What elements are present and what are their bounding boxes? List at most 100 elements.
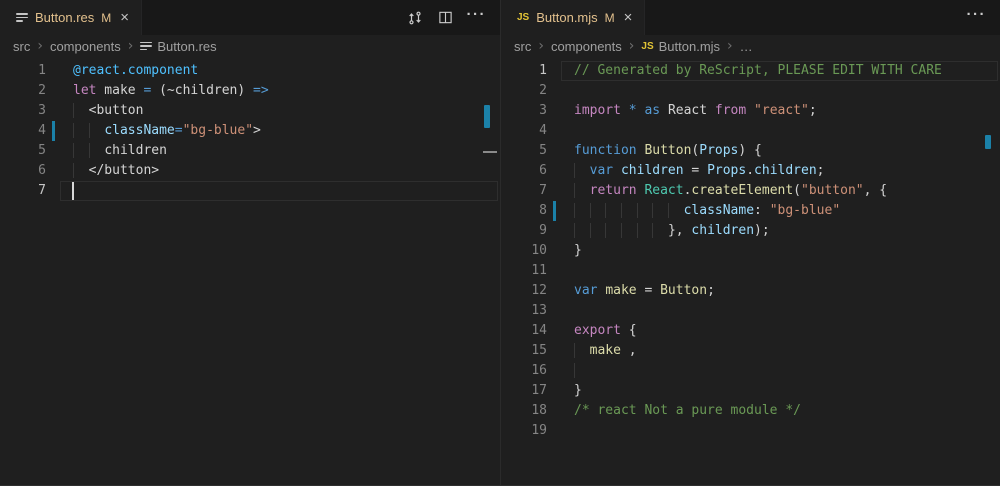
line-number: 6 xyxy=(0,161,46,181)
code-line: 1// Generated by ReScript, PLEASE EDIT W… xyxy=(501,61,1000,81)
token-plain: ( xyxy=(793,183,801,198)
code-line: 6 </button> xyxy=(0,161,500,181)
token-plain: }, xyxy=(668,223,691,238)
line-number: 8 xyxy=(501,201,547,221)
overview-modified-decoration xyxy=(484,105,490,128)
file-list-icon xyxy=(140,42,152,51)
code-line: 9 }, children); xyxy=(501,221,1000,241)
code-line: 2 xyxy=(501,81,1000,101)
breadcrumb-label: src xyxy=(514,39,531,54)
token-func: make xyxy=(590,343,621,358)
indent-guide xyxy=(637,203,653,218)
token-plain: } xyxy=(574,243,582,258)
token-var: children xyxy=(691,223,754,238)
breadcrumb-label: Button.mjs xyxy=(659,39,720,54)
tab-label: Button.res xyxy=(35,10,94,25)
line-number: 5 xyxy=(0,141,46,161)
token-plain: = xyxy=(684,163,707,178)
more-actions-icon[interactable]: ··· xyxy=(467,7,487,28)
line-number: 4 xyxy=(0,121,46,141)
line-number: 4 xyxy=(501,121,547,141)
token-plain: React xyxy=(668,103,715,118)
code-line: 7 return React.createElement("button", { xyxy=(501,181,1000,201)
indent-guide xyxy=(73,103,89,118)
token-plain: ); xyxy=(754,223,770,238)
token-string: "react" xyxy=(754,103,809,118)
close-icon[interactable]: × xyxy=(120,10,129,25)
token-plain: { xyxy=(629,323,637,338)
code-text: className="bg-blue"> xyxy=(73,121,261,141)
code-line: 15 make , xyxy=(501,341,1000,361)
code-line: 5 children xyxy=(0,141,500,161)
breadcrumb-item[interactable]: … xyxy=(740,39,753,54)
indent-guide xyxy=(637,223,653,238)
code-text: import * as React from "react"; xyxy=(574,101,817,121)
token-class: React xyxy=(644,183,683,198)
breadcrumb-item[interactable]: src xyxy=(13,39,30,54)
token-plain: make xyxy=(96,83,143,98)
indent-guide xyxy=(73,143,89,158)
token-keyword: var xyxy=(574,283,605,298)
code-text: } xyxy=(574,241,582,261)
token-keyword: var xyxy=(590,163,621,178)
code-editor-mjs[interactable]: 1// Generated by ReScript, PLEASE EDIT W… xyxy=(501,57,1000,486)
breadcrumb-item[interactable]: src xyxy=(514,39,531,54)
close-icon[interactable]: × xyxy=(624,10,633,25)
token-string: "button" xyxy=(801,183,864,198)
code-line: 19 xyxy=(501,421,1000,441)
tab-bar-right: JS Button.mjs M × ··· xyxy=(501,0,1000,35)
token-func: Button xyxy=(644,143,691,158)
token-comment: /* react Not a pure module */ xyxy=(574,403,801,418)
code-text: let make = (~children) => xyxy=(73,81,269,101)
breadcrumb-item[interactable]: Button.res xyxy=(140,39,216,54)
modified-gutter-marker xyxy=(52,121,55,141)
code-text: // Generated by ReScript, PLEASE EDIT WI… xyxy=(574,61,942,81)
line-number: 12 xyxy=(501,281,547,301)
token-plain: : xyxy=(754,203,770,218)
chevron-right-icon: › xyxy=(37,38,43,54)
code-line: 17} xyxy=(501,381,1000,401)
token-plain: , { xyxy=(864,183,887,198)
line-number: 18 xyxy=(501,401,547,421)
line-number: 2 xyxy=(0,81,46,101)
indent-guide xyxy=(574,183,590,198)
token-control: return xyxy=(590,183,645,198)
code-line: 14export { xyxy=(501,321,1000,341)
code-text: var children = Props.children; xyxy=(574,161,825,181)
file-list-icon xyxy=(16,13,28,22)
breadcrumb-item[interactable]: components xyxy=(551,39,622,54)
vscode-window: Button.res M × xyxy=(0,0,1000,486)
more-actions-icon[interactable]: ··· xyxy=(967,7,987,28)
indent-guide xyxy=(89,123,105,138)
code-text: }, children); xyxy=(574,221,770,241)
code-text: return React.createElement("button", { xyxy=(574,181,887,201)
code-text: /* react Not a pure module */ xyxy=(574,401,801,421)
code-line: 1@react.component xyxy=(0,61,500,81)
line-number: 5 xyxy=(501,141,547,161)
indent-guide xyxy=(652,223,668,238)
code-line: 5function Button(Props) { xyxy=(501,141,1000,161)
indent-guide xyxy=(574,343,590,358)
split-editor-icon[interactable] xyxy=(437,9,454,26)
editor-actions: ··· xyxy=(967,0,987,35)
modified-badge: M xyxy=(605,11,615,25)
editor-actions: ··· xyxy=(407,0,487,35)
tab-button-res[interactable]: Button.res M × xyxy=(0,0,142,35)
indent-guide xyxy=(590,223,606,238)
code-line: 3import * as React from "react"; xyxy=(501,101,1000,121)
indent-guide xyxy=(73,123,89,138)
overview-modified-decoration xyxy=(985,135,991,149)
token-plain: . xyxy=(746,163,754,178)
chevron-right-icon: › xyxy=(629,38,635,54)
token-plain: = xyxy=(637,283,660,298)
indent-guide xyxy=(605,223,621,238)
breadcrumb-item[interactable]: JSButton.mjs xyxy=(641,39,720,54)
code-line: 16 xyxy=(501,361,1000,381)
token-keyword: => xyxy=(253,83,269,98)
breadcrumb-item[interactable]: components xyxy=(50,39,121,54)
tab-button-mjs[interactable]: JS Button.mjs M × xyxy=(501,0,645,35)
code-editor-res[interactable]: 1@react.component2 let make = (~children)… xyxy=(0,57,500,486)
indent-guide xyxy=(574,363,590,378)
line-number: 7 xyxy=(501,181,547,201)
open-changes-icon[interactable] xyxy=(407,9,424,26)
